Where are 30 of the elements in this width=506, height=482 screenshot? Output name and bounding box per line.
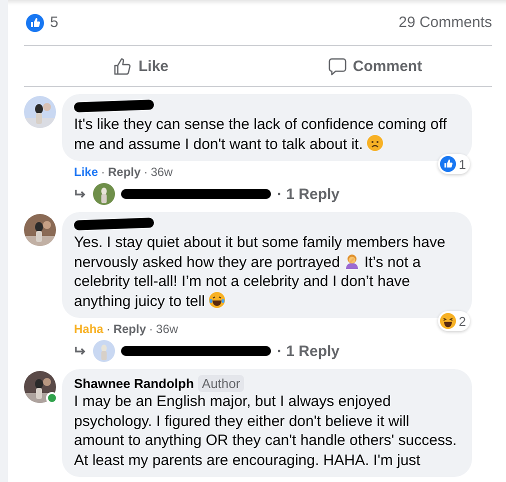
separator-dot: · (101, 165, 106, 179)
comment-time[interactable]: 36w (156, 322, 178, 336)
reaction-badge[interactable]: 1 (438, 154, 470, 174)
reply-link[interactable]: Reply (113, 322, 146, 336)
comment-time[interactable]: 36w (150, 165, 173, 179)
reaction-link[interactable]: Like (74, 165, 98, 179)
comments-count[interactable]: 29 Comments (398, 14, 492, 31)
view-replies-link[interactable]: · 1 Reply (277, 186, 340, 202)
speech-bubble-icon (328, 56, 347, 76)
separator-dot: · (149, 322, 154, 336)
person-facepalm-icon (344, 252, 360, 268)
comment-text: I may be an English major, but I always enjoyed psychology. I figured they either don't believe it will amount to anything OR they can't handle others' success. At least my parents are encouraging. HAHA. I'm just (74, 392, 458, 470)
reply-arrow-icon (74, 188, 87, 200)
reply-link[interactable]: Reply (108, 165, 141, 179)
thumbs-up-icon (113, 56, 132, 76)
comment-button[interactable]: Comment (258, 46, 492, 86)
frowning-face-icon (367, 134, 384, 150)
comment-text: It's like they can sense the lack of confidence coming off me and assume I don't want to talk about it. (74, 115, 448, 154)
author-name[interactable]: Shawnee Randolph (74, 376, 194, 391)
like-button[interactable]: Like (24, 46, 258, 86)
view-replies-link[interactable]: · 1 Reply (277, 342, 340, 360)
separator-dot: · (144, 165, 148, 179)
comment-text: Yes. I stay quiet about it but some family members have nervously asked how they are portrayed It’s not a celebrity tell-all! I’m not a celebrity and I don’t have anything juicy to tell (74, 233, 446, 311)
like-reaction-icon (26, 14, 44, 32)
separator-dot: · (106, 322, 110, 336)
laughing-tears-icon (209, 292, 226, 308)
reaction-count[interactable]: 5 (50, 14, 58, 31)
author-badge: Author (198, 375, 244, 392)
reaction-badge[interactable]: 2 (438, 311, 470, 331)
reply-arrow-icon (74, 346, 87, 356)
